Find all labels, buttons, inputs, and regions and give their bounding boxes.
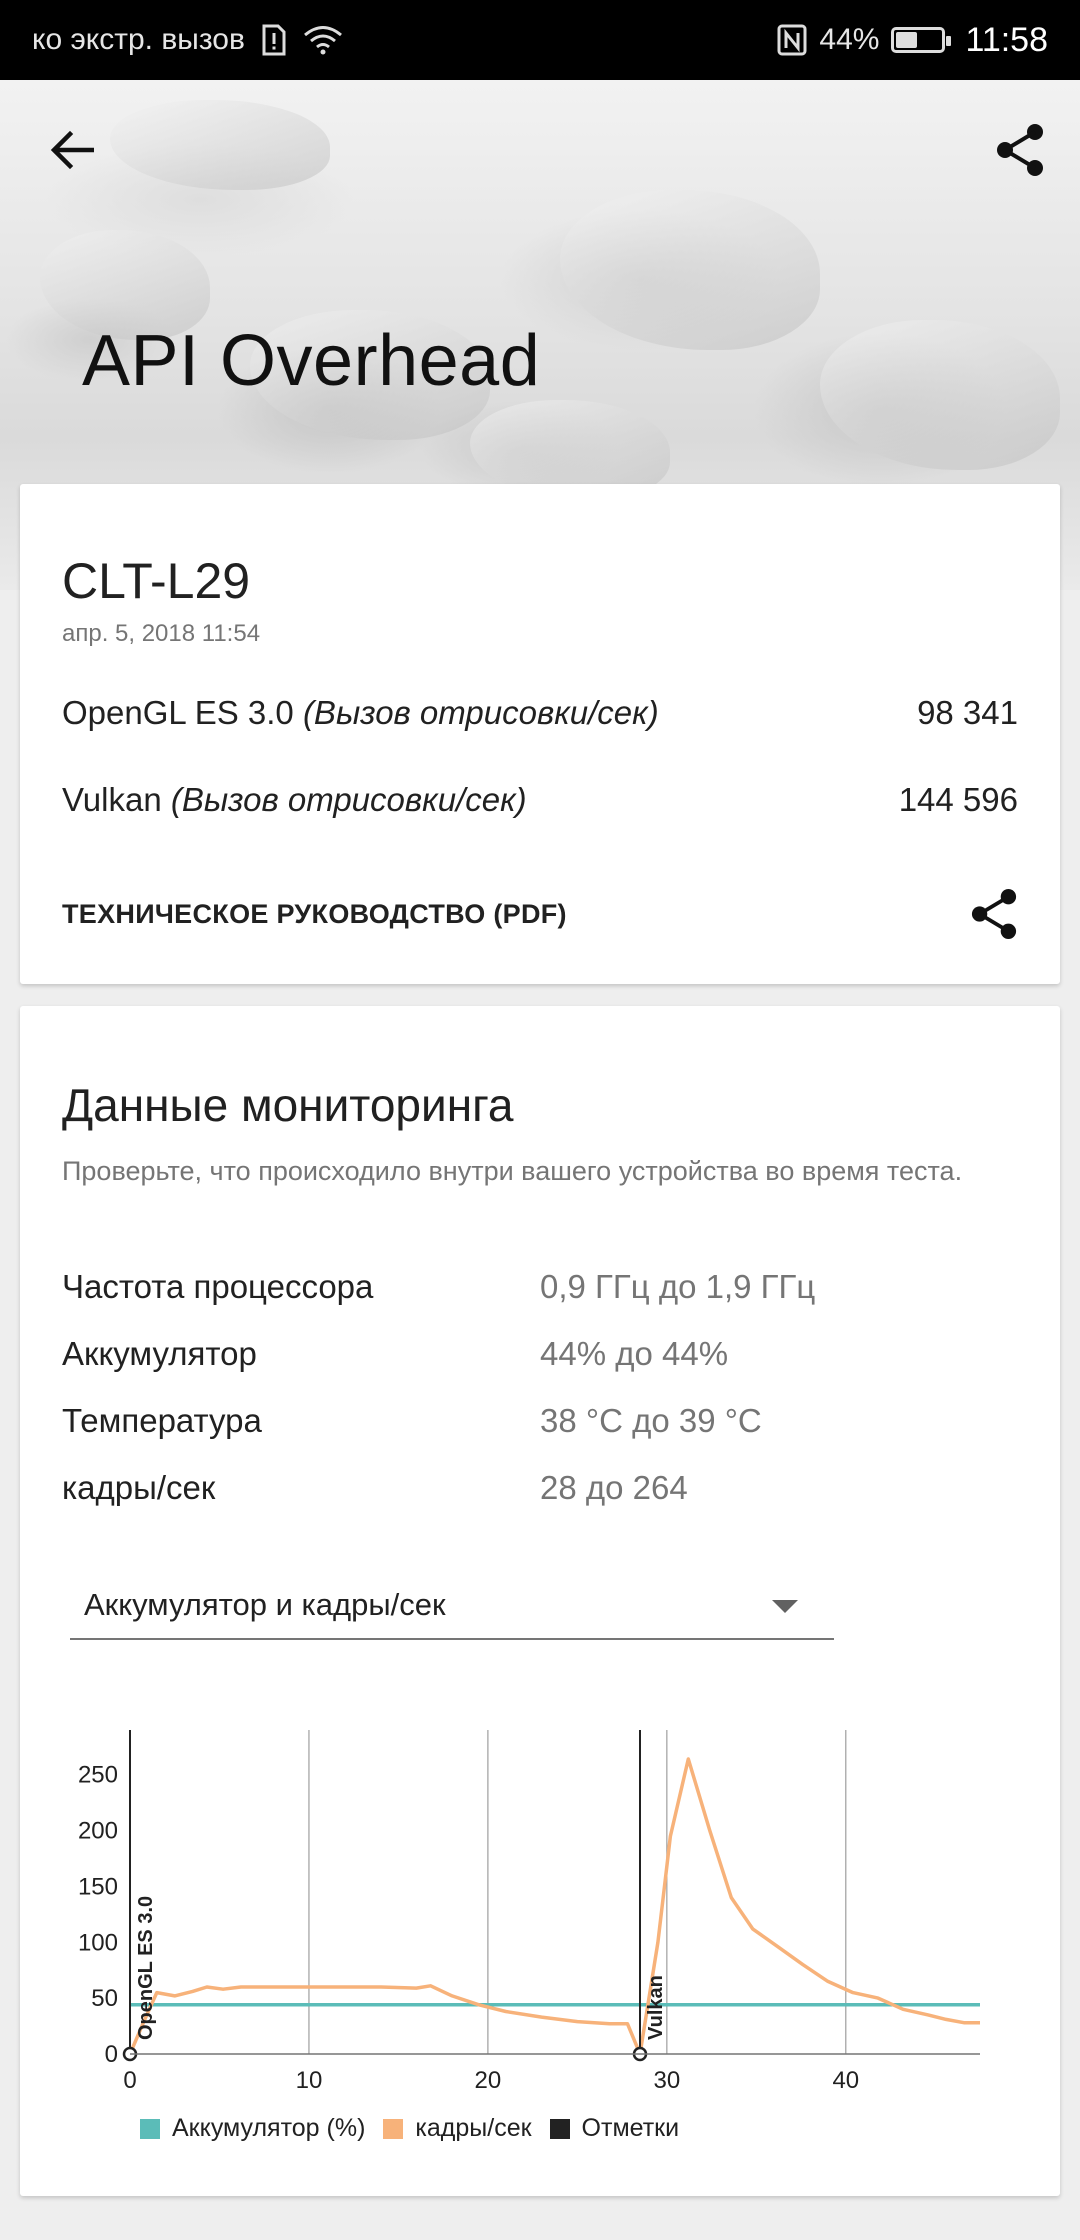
marker-label: OpenGL ES 3.0 — [135, 1896, 157, 2040]
x-tick-label: 30 — [653, 2067, 680, 2090]
score-label: OpenGL ES 3.0 (Вызов отрисовки/сек) — [62, 694, 659, 732]
y-tick-label: 0 — [105, 2041, 118, 2068]
score-value: 144 596 — [898, 781, 1018, 818]
api-name: OpenGL ES 3.0 — [62, 694, 294, 731]
technical-guide-link[interactable]: ТЕХНИЧЕСКОЕ РУКОВОДСТВО (PDF) — [62, 899, 567, 930]
x-tick-label: 0 — [123, 2067, 136, 2090]
y-tick-label: 250 — [78, 1762, 118, 1789]
monitoring-chart: OpenGL ES 3.0 Vulkan 0 10 20 30 40 0 50 100 150 20… — [78, 1730, 980, 2090]
back-button[interactable] — [44, 122, 100, 178]
x-tick-label: 40 — [832, 2067, 859, 2090]
nfc-icon — [777, 24, 807, 56]
monitoring-description: Проверьте, что происходило внутри вашего… — [62, 1156, 963, 1186]
result-card: CLT-L29 апр. 5, 2018 11:54 OpenGL ES 3.0… — [20, 484, 1060, 984]
legend-item-fps: кадры/сек — [383, 2114, 532, 2143]
battery-fill — [896, 32, 917, 48]
share-icon — [997, 124, 1043, 176]
pdf-row: ТЕХНИЧЕСКОЕ РУКОВОДСТВО (PDF) — [62, 884, 1024, 944]
legend-swatch — [549, 2118, 570, 2139]
battery-percent: 44% — [819, 23, 880, 56]
api-name: Vulkan — [62, 781, 162, 818]
sim-alert-icon — [261, 24, 287, 56]
page-title: API Overhead — [82, 321, 541, 401]
y-tick-label: 150 — [78, 1873, 118, 1900]
device-name: CLT-L29 — [62, 553, 251, 609]
score-unit: (Вызов отрисовки/сек) — [302, 694, 659, 731]
status-left: ко экстр. вызов — [32, 23, 343, 57]
carrier-text: ко экстр. вызов — [32, 23, 245, 56]
share-icon — [971, 889, 1017, 939]
pdf-share-button[interactable] — [964, 884, 1024, 944]
legend-swatch — [140, 2118, 160, 2139]
legend-item-markers: Отметки — [549, 2114, 680, 2143]
legend-label: кадры/сек — [415, 2114, 532, 2142]
score-value: 98 341 — [917, 694, 1018, 731]
legend-swatch — [383, 2118, 404, 2139]
legend-label: Отметки — [581, 2114, 680, 2142]
wifi-icon — [303, 24, 343, 56]
score-row-vulkan: Vulkan (Вызов отрисовки/сек) 144 596 — [62, 781, 1018, 819]
bottom-strip — [0, 2210, 1080, 2240]
status-bar: ко экстр. вызов 44% 11:58 — [0, 0, 1080, 80]
clock: 11:58 — [965, 20, 1048, 59]
score-row-opengl: OpenGL ES 3.0 (Вызов отрисовки/сек) 98 3… — [62, 694, 1018, 732]
status-right: 44% 11:58 — [777, 21, 1048, 60]
share-button[interactable] — [990, 120, 1050, 180]
hero-rock — [820, 320, 1060, 470]
y-tick-label: 50 — [91, 1985, 118, 2012]
score-unit: (Вызов отрисовки/сек) — [170, 781, 527, 818]
chart-legend: Аккумулятор (%) кадры/сек Отметки — [140, 2114, 697, 2143]
hero-rock — [560, 190, 820, 350]
monitoring-title: Данные мониторинга — [62, 1079, 514, 1131]
legend-label: Аккумулятор (%) — [172, 2114, 366, 2142]
legend-item-battery: Аккумулятор (%) — [140, 2114, 365, 2143]
series-fps-line — [128, 1757, 980, 2056]
x-tick-label: 10 — [296, 2067, 323, 2090]
x-tick-label: 20 — [475, 2067, 502, 2090]
battery-icon — [891, 27, 952, 53]
y-tick-label: 100 — [78, 1929, 118, 1956]
y-tick-label: 200 — [78, 1818, 118, 1845]
marker-label: Vulkan — [645, 1975, 667, 2040]
test-date: апр. 5, 2018 11:54 — [62, 620, 261, 647]
score-label: Vulkan (Вызов отрисовки/сек) — [62, 781, 527, 819]
arrow-back-icon — [50, 130, 94, 170]
hero-rock — [110, 100, 330, 190]
